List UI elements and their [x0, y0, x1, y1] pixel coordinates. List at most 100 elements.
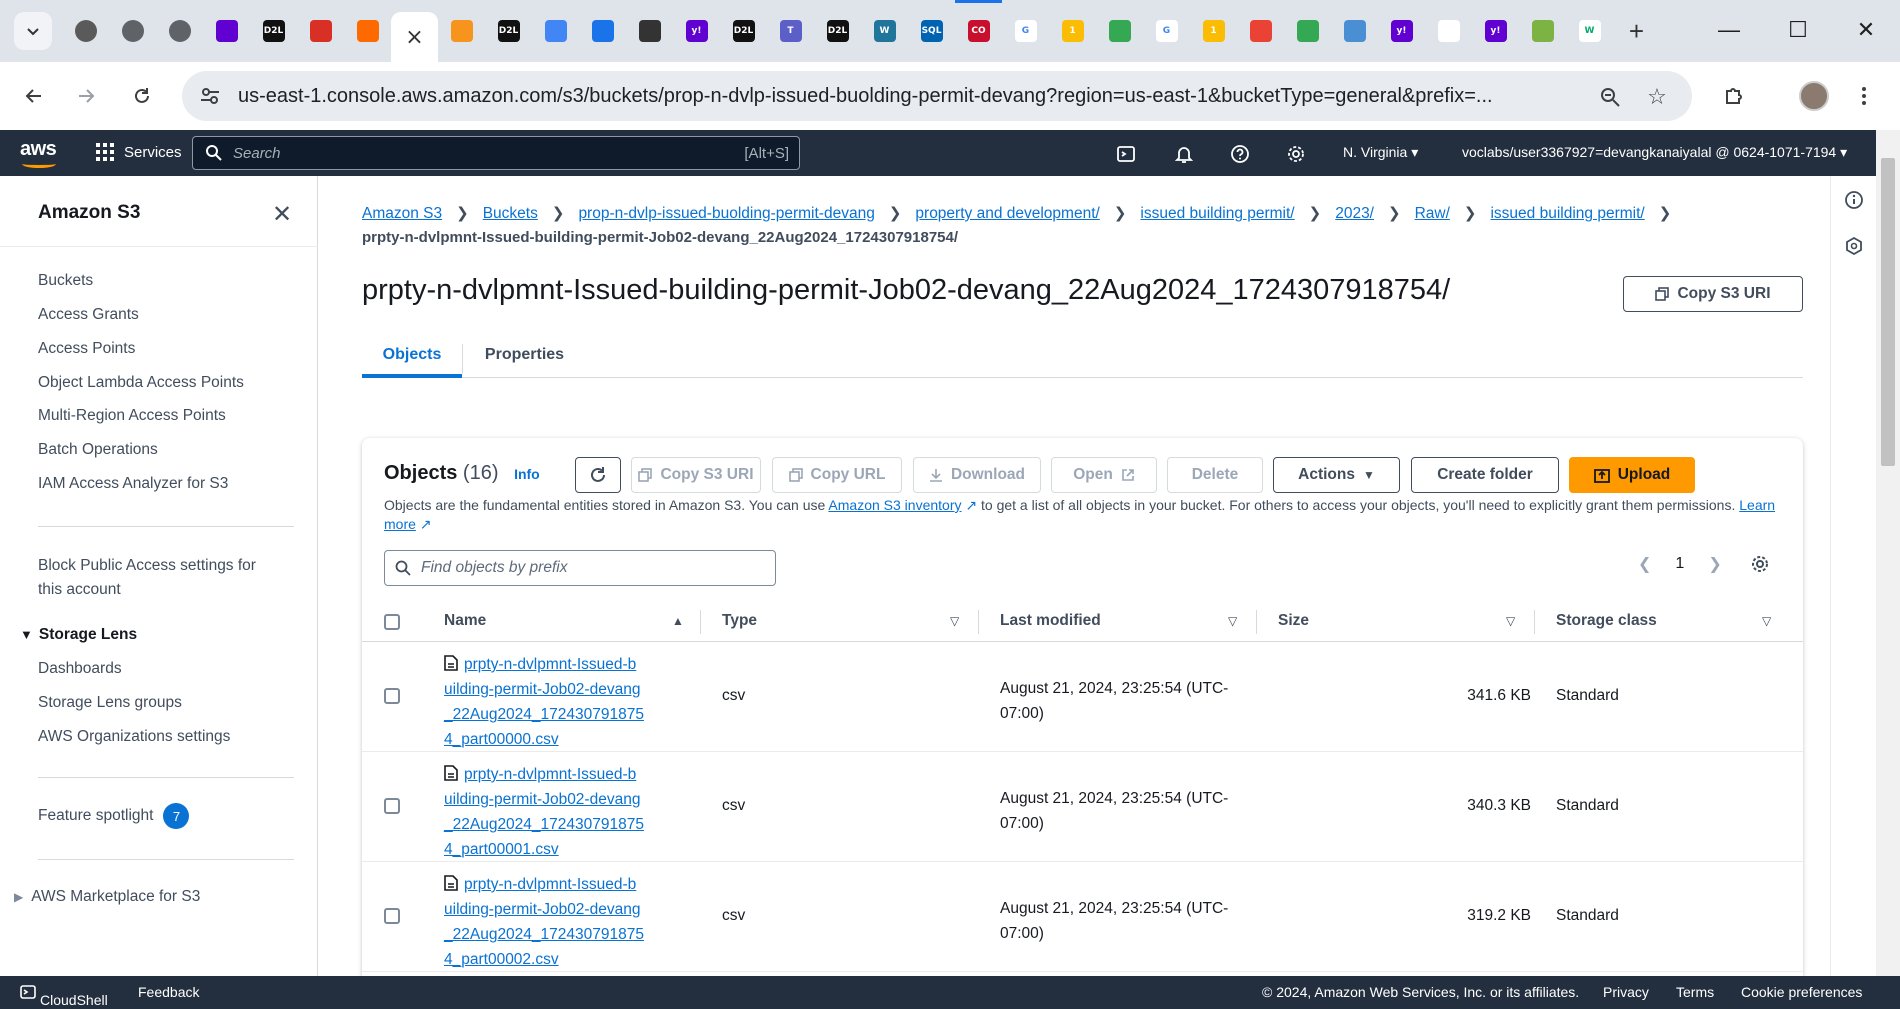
browser-tab[interactable] — [1519, 12, 1566, 50]
extensions-button[interactable] — [1714, 76, 1754, 116]
browser-tab[interactable]: G — [1143, 12, 1190, 50]
aws-search-input[interactable]: Search [Alt+S] — [192, 136, 800, 170]
info-icon[interactable] — [1844, 190, 1864, 210]
region-selector[interactable]: N. Virginia ▾ — [1343, 144, 1418, 161]
row-checkbox[interactable] — [384, 908, 400, 924]
file-name-link[interactable]: prpty-n-dvlpmnt-Issued-building-permit-J… — [444, 766, 644, 858]
sort-ascending-icon[interactable]: ▲ — [672, 614, 684, 628]
page-number[interactable]: 1 — [1675, 555, 1684, 573]
browser-tab[interactable]: G — [1002, 12, 1049, 50]
close-icon[interactable]: ✕ — [272, 200, 292, 229]
column-resizer[interactable] — [1256, 610, 1257, 634]
sidebar-item-access-points[interactable]: Access Points — [38, 340, 135, 358]
cloudshell-link[interactable]: CloudShell — [20, 984, 108, 1008]
sidebar-item-dashboards[interactable]: Dashboards — [38, 660, 122, 678]
browser-tab[interactable] — [1237, 12, 1284, 50]
browser-tab[interactable]: D2L — [720, 12, 767, 50]
preferences-gear-icon[interactable] — [1750, 554, 1770, 574]
help-icon[interactable] — [1228, 142, 1252, 166]
sidebar-item-buckets[interactable]: Buckets — [38, 272, 93, 290]
chevron-left-icon[interactable]: ❮ — [1638, 554, 1651, 574]
privacy-link[interactable]: Privacy — [1603, 984, 1649, 1000]
col-name[interactable]: Name — [444, 612, 486, 630]
breadcrumb-link[interactable]: issued building permit/ — [1490, 205, 1644, 222]
account-menu[interactable]: voclabs/user3367927=devangkanaiyalal @ 0… — [1462, 144, 1847, 161]
sidebar-item-block-public-access[interactable]: Block Public Access settings for this ac… — [38, 554, 256, 602]
sidebar-item-access-grants[interactable]: Access Grants — [38, 306, 139, 324]
browser-tab[interactable] — [109, 12, 156, 50]
download-button[interactable]: Download — [913, 457, 1041, 493]
browser-tab[interactable]: y! — [673, 12, 720, 50]
minimize-button[interactable]: — — [1706, 10, 1752, 50]
page-scrollbar[interactable] — [1876, 130, 1900, 976]
tab-properties[interactable]: Properties — [462, 344, 586, 374]
select-all-checkbox[interactable] — [384, 614, 400, 630]
browser-menu-button[interactable] — [1844, 76, 1884, 116]
bell-icon[interactable] — [1172, 142, 1196, 166]
browser-tab[interactable] — [579, 12, 626, 50]
row-checkbox[interactable] — [384, 798, 400, 814]
sidebar-item-feature-spotlight[interactable]: Feature spotlight 7 — [38, 803, 190, 829]
window-close-button[interactable]: ✕ — [1843, 10, 1889, 50]
browser-tab[interactable] — [203, 12, 250, 50]
aws-logo[interactable]: aws — [20, 138, 57, 161]
back-button[interactable] — [14, 76, 54, 116]
browser-tab[interactable] — [1425, 12, 1472, 50]
tab-objects[interactable]: Objects — [362, 338, 462, 378]
browser-tab[interactable]: SQL — [908, 12, 955, 50]
cloudshell-icon[interactable] — [1114, 142, 1138, 166]
browser-tab[interactable] — [1284, 12, 1331, 50]
browser-tab[interactable]: T — [767, 12, 814, 50]
copy-s3-uri-button-disabled[interactable]: Copy S3 URI — [631, 457, 761, 493]
row-checkbox[interactable] — [384, 688, 400, 704]
col-type[interactable]: Type — [722, 612, 757, 630]
sidebar-item-batch-operations[interactable]: Batch Operations — [38, 441, 158, 459]
breadcrumb-link[interactable]: Raw/ — [1415, 205, 1450, 222]
shield-icon[interactable] — [1844, 236, 1864, 256]
browser-tab[interactable]: D2L — [485, 12, 532, 50]
browser-tab[interactable]: W — [1566, 12, 1613, 50]
browser-tab[interactable] — [1096, 12, 1143, 50]
column-resizer[interactable] — [1534, 610, 1535, 634]
browser-tab[interactable]: 1 — [1049, 12, 1096, 50]
column-resizer[interactable] — [978, 610, 979, 634]
file-name-link[interactable]: prpty-n-dvlpmnt-Issued-building-permit-J… — [444, 656, 644, 748]
browser-tab[interactable] — [156, 12, 203, 50]
services-menu[interactable]: Services — [96, 143, 182, 161]
delete-button[interactable]: Delete — [1167, 457, 1263, 493]
sort-icon[interactable]: ▽ — [1228, 614, 1237, 628]
terms-link[interactable]: Terms — [1676, 984, 1714, 1000]
tab-search-button[interactable] — [14, 12, 52, 50]
breadcrumb-link[interactable]: 2023/ — [1335, 205, 1374, 222]
browser-tab[interactable]: W — [861, 12, 908, 50]
open-button[interactable]: Open — [1051, 457, 1157, 493]
profile-avatar[interactable] — [1794, 76, 1834, 116]
browser-tab[interactable] — [1331, 12, 1378, 50]
breadcrumb-link[interactable]: issued building permit/ — [1140, 205, 1294, 222]
browser-tab[interactable] — [626, 12, 673, 50]
browser-tab[interactable]: CO — [955, 0, 1002, 50]
browser-tab[interactable] — [438, 12, 485, 50]
find-objects-input[interactable]: Find objects by prefix — [384, 550, 776, 586]
scrollbar-thumb[interactable] — [1881, 158, 1895, 466]
browser-tab[interactable]: y! — [1472, 12, 1519, 50]
copy-url-button[interactable]: Copy URL — [772, 457, 902, 493]
upload-button[interactable]: Upload — [1569, 457, 1695, 493]
breadcrumb-link[interactable]: property and development/ — [915, 205, 1099, 222]
browser-tab[interactable]: D2L — [814, 12, 861, 50]
col-last-modified[interactable]: Last modified — [1000, 612, 1101, 630]
cookie-preferences-link[interactable]: Cookie preferences — [1741, 984, 1862, 1000]
browser-tab[interactable] — [344, 12, 391, 50]
file-name-link[interactable]: prpty-n-dvlpmnt-Issued-building-permit-J… — [444, 876, 644, 968]
browser-tab[interactable] — [62, 12, 109, 50]
sidebar-item-iam-analyzer[interactable]: IAM Access Analyzer for S3 — [38, 475, 228, 493]
learn-more-link[interactable]: Learn — [1739, 497, 1775, 513]
refresh-button[interactable] — [575, 457, 621, 493]
browser-tab[interactable]: 1 — [1190, 12, 1237, 50]
breadcrumb-link[interactable]: Amazon S3 — [362, 205, 442, 222]
feedback-link[interactable]: Feedback — [138, 984, 199, 1000]
site-settings-icon[interactable] — [198, 84, 222, 108]
sort-icon[interactable]: ▽ — [1762, 614, 1771, 628]
sidebar-item-marketplace[interactable]: ▶ AWS Marketplace for S3 — [14, 888, 200, 906]
create-folder-button[interactable]: Create folder — [1411, 457, 1559, 493]
